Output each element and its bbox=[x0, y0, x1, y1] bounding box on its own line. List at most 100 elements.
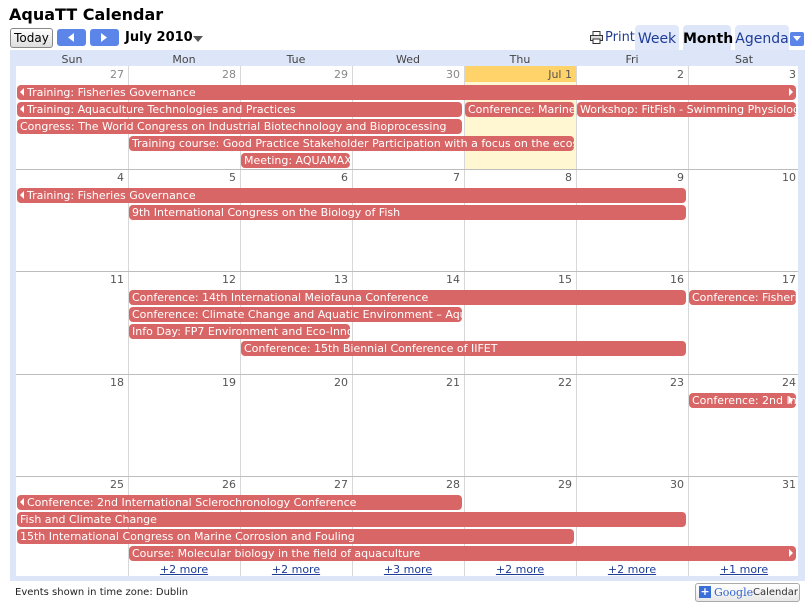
day-number[interactable]: 28 bbox=[128, 68, 236, 81]
chevron-down-icon bbox=[793, 36, 801, 41]
event-bar[interactable]: 15th International Congress on Marine Co… bbox=[17, 529, 574, 544]
weekday-label: Sun bbox=[61, 53, 83, 66]
grid-row-divider bbox=[16, 169, 798, 170]
event-bar[interactable]: 9th International Congress on the Biolog… bbox=[129, 205, 686, 220]
day-number[interactable]: 30 bbox=[576, 478, 684, 491]
event-title: Conference: 14th International Meiofauna… bbox=[132, 291, 429, 304]
prev-month-button[interactable] bbox=[57, 29, 86, 46]
event-title: Conference: 15th Biennial Conference of … bbox=[244, 342, 498, 355]
event-title: Course: Molecular biology in the field o… bbox=[132, 547, 421, 560]
today-button[interactable]: Today bbox=[10, 28, 53, 48]
day-number[interactable]: 22 bbox=[464, 376, 572, 389]
day-number[interactable]: 31 bbox=[688, 478, 796, 491]
event-bar[interactable]: Conference: 14th International Meiofauna… bbox=[129, 290, 686, 305]
event-bar[interactable]: Conference: 2nd International bbox=[689, 393, 796, 408]
weekday-label: Tue bbox=[286, 53, 306, 66]
event-title: Conference: Marine Biotechnology bbox=[468, 103, 574, 116]
day-number[interactable]: 2 bbox=[576, 68, 684, 81]
event-bar[interactable]: Conference: Climate Change and Aquatic E… bbox=[129, 307, 462, 322]
day-number[interactable]: 7 bbox=[352, 171, 460, 184]
event-bar[interactable]: Training: Fisheries Governance bbox=[17, 188, 686, 203]
day-number[interactable]: 28 bbox=[352, 478, 460, 491]
next-month-button[interactable] bbox=[90, 29, 119, 46]
more-events-link[interactable]: +1 more bbox=[688, 563, 800, 576]
continues-right-icon bbox=[789, 396, 793, 404]
day-number[interactable]: Jul 1 bbox=[464, 68, 572, 81]
day-number[interactable]: 29 bbox=[240, 68, 348, 81]
day-number[interactable]: 17 bbox=[688, 273, 796, 286]
weekday-label: Wed bbox=[396, 53, 420, 66]
event-bar[interactable]: Info Day: FP7 Environment and Eco-Innova… bbox=[129, 324, 350, 339]
day-number[interactable]: 16 bbox=[576, 273, 684, 286]
day-number[interactable]: 4 bbox=[16, 171, 124, 184]
day-number[interactable]: 12 bbox=[128, 273, 236, 286]
more-events-link[interactable]: +2 more bbox=[128, 563, 240, 576]
event-bar[interactable]: Workshop: FitFish - Swimming Physiology … bbox=[577, 102, 796, 117]
more-events-link[interactable]: +2 more bbox=[240, 563, 352, 576]
google-calendar-badge[interactable]: + Google Calendar bbox=[695, 583, 800, 602]
current-month-label: July 2010 bbox=[125, 30, 193, 45]
day-number[interactable]: 26 bbox=[128, 478, 236, 491]
event-title: Workshop: FitFish - Swimming Physiology … bbox=[580, 103, 796, 116]
grid-row-divider bbox=[16, 476, 798, 477]
day-number[interactable]: 27 bbox=[16, 68, 124, 81]
event-title: Conference: 2nd International bbox=[692, 394, 796, 407]
more-events-link[interactable]: +3 more bbox=[352, 563, 464, 576]
more-events-link[interactable]: +2 more bbox=[464, 563, 576, 576]
day-number[interactable]: 24 bbox=[688, 376, 796, 389]
more-events-link[interactable]: +2 more bbox=[576, 563, 688, 576]
day-number[interactable]: 29 bbox=[464, 478, 572, 491]
tab-week[interactable]: Week bbox=[635, 25, 679, 50]
event-bar[interactable]: Congress: The World Congress on Industri… bbox=[17, 119, 462, 134]
day-number[interactable]: 18 bbox=[16, 376, 124, 389]
event-bar[interactable]: Meeting: AQUAMAX bbox=[241, 153, 350, 168]
event-title: Training: Fisheries Governance bbox=[27, 86, 196, 99]
day-number[interactable]: 5 bbox=[128, 171, 236, 184]
day-number[interactable]: 11 bbox=[16, 273, 124, 286]
event-bar[interactable]: Training course: Good Practice Stakehold… bbox=[129, 136, 574, 151]
weekday-label: Mon bbox=[172, 53, 196, 66]
event-bar[interactable]: Training: Aquaculture Technologies and P… bbox=[17, 102, 462, 117]
day-number[interactable]: 23 bbox=[576, 376, 684, 389]
day-number[interactable]: 6 bbox=[240, 171, 348, 184]
event-bar[interactable]: Conference: Fisheries Society bbox=[689, 290, 796, 305]
day-number[interactable]: 21 bbox=[352, 376, 460, 389]
day-number[interactable]: 19 bbox=[128, 376, 236, 389]
event-bar[interactable]: Fish and Climate Change bbox=[17, 512, 686, 527]
day-number[interactable]: 14 bbox=[352, 273, 460, 286]
event-bar[interactable]: Conference: 2nd International Sclerochro… bbox=[17, 495, 462, 510]
event-title: Conference: Climate Change and Aquatic E… bbox=[132, 308, 462, 321]
event-bar[interactable]: Conference: 15th Biennial Conference of … bbox=[241, 341, 686, 356]
grid-row-divider bbox=[16, 374, 798, 375]
day-number[interactable]: 13 bbox=[240, 273, 348, 286]
day-number[interactable]: 20 bbox=[240, 376, 348, 389]
print-link[interactable]: Print bbox=[590, 30, 635, 45]
day-number[interactable]: 10 bbox=[688, 171, 796, 184]
event-bar[interactable]: Conference: Marine Biotechnology bbox=[465, 102, 574, 117]
day-number[interactable]: 30 bbox=[352, 68, 460, 81]
grid-column-divider bbox=[576, 66, 577, 576]
tab-month[interactable]: Month bbox=[683, 25, 733, 50]
day-number[interactable]: 8 bbox=[464, 171, 572, 184]
event-bar[interactable]: Course: Molecular biology in the field o… bbox=[129, 546, 796, 561]
day-number[interactable]: 27 bbox=[240, 478, 348, 491]
calendar-title: AquaTT Calendar bbox=[9, 5, 164, 24]
event-title: 9th International Congress on the Biolog… bbox=[132, 206, 401, 219]
continues-left-icon bbox=[20, 191, 24, 199]
google-logo-text: Google bbox=[714, 586, 754, 599]
event-title: Training course: Good Practice Stakehold… bbox=[132, 137, 574, 150]
badge-calendar-label: Calendar bbox=[753, 587, 798, 598]
tab-agenda[interactable]: Agenda bbox=[735, 25, 789, 50]
day-number[interactable]: 25 bbox=[16, 478, 124, 491]
grid-row-divider bbox=[16, 271, 798, 272]
event-bar[interactable]: Training: Fisheries Governance bbox=[17, 85, 796, 100]
weekday-label: Sat bbox=[734, 53, 754, 66]
weekday-label: Fri bbox=[625, 53, 639, 66]
day-number[interactable]: 3 bbox=[688, 68, 796, 81]
event-title: Meeting: AQUAMAX bbox=[244, 154, 350, 167]
agenda-dropdown-button[interactable] bbox=[790, 32, 804, 46]
day-number[interactable]: 15 bbox=[464, 273, 572, 286]
timezone-note: Events shown in time zone: Dublin bbox=[15, 587, 189, 598]
day-number[interactable]: 9 bbox=[576, 171, 684, 184]
chevron-down-icon[interactable] bbox=[193, 36, 203, 42]
